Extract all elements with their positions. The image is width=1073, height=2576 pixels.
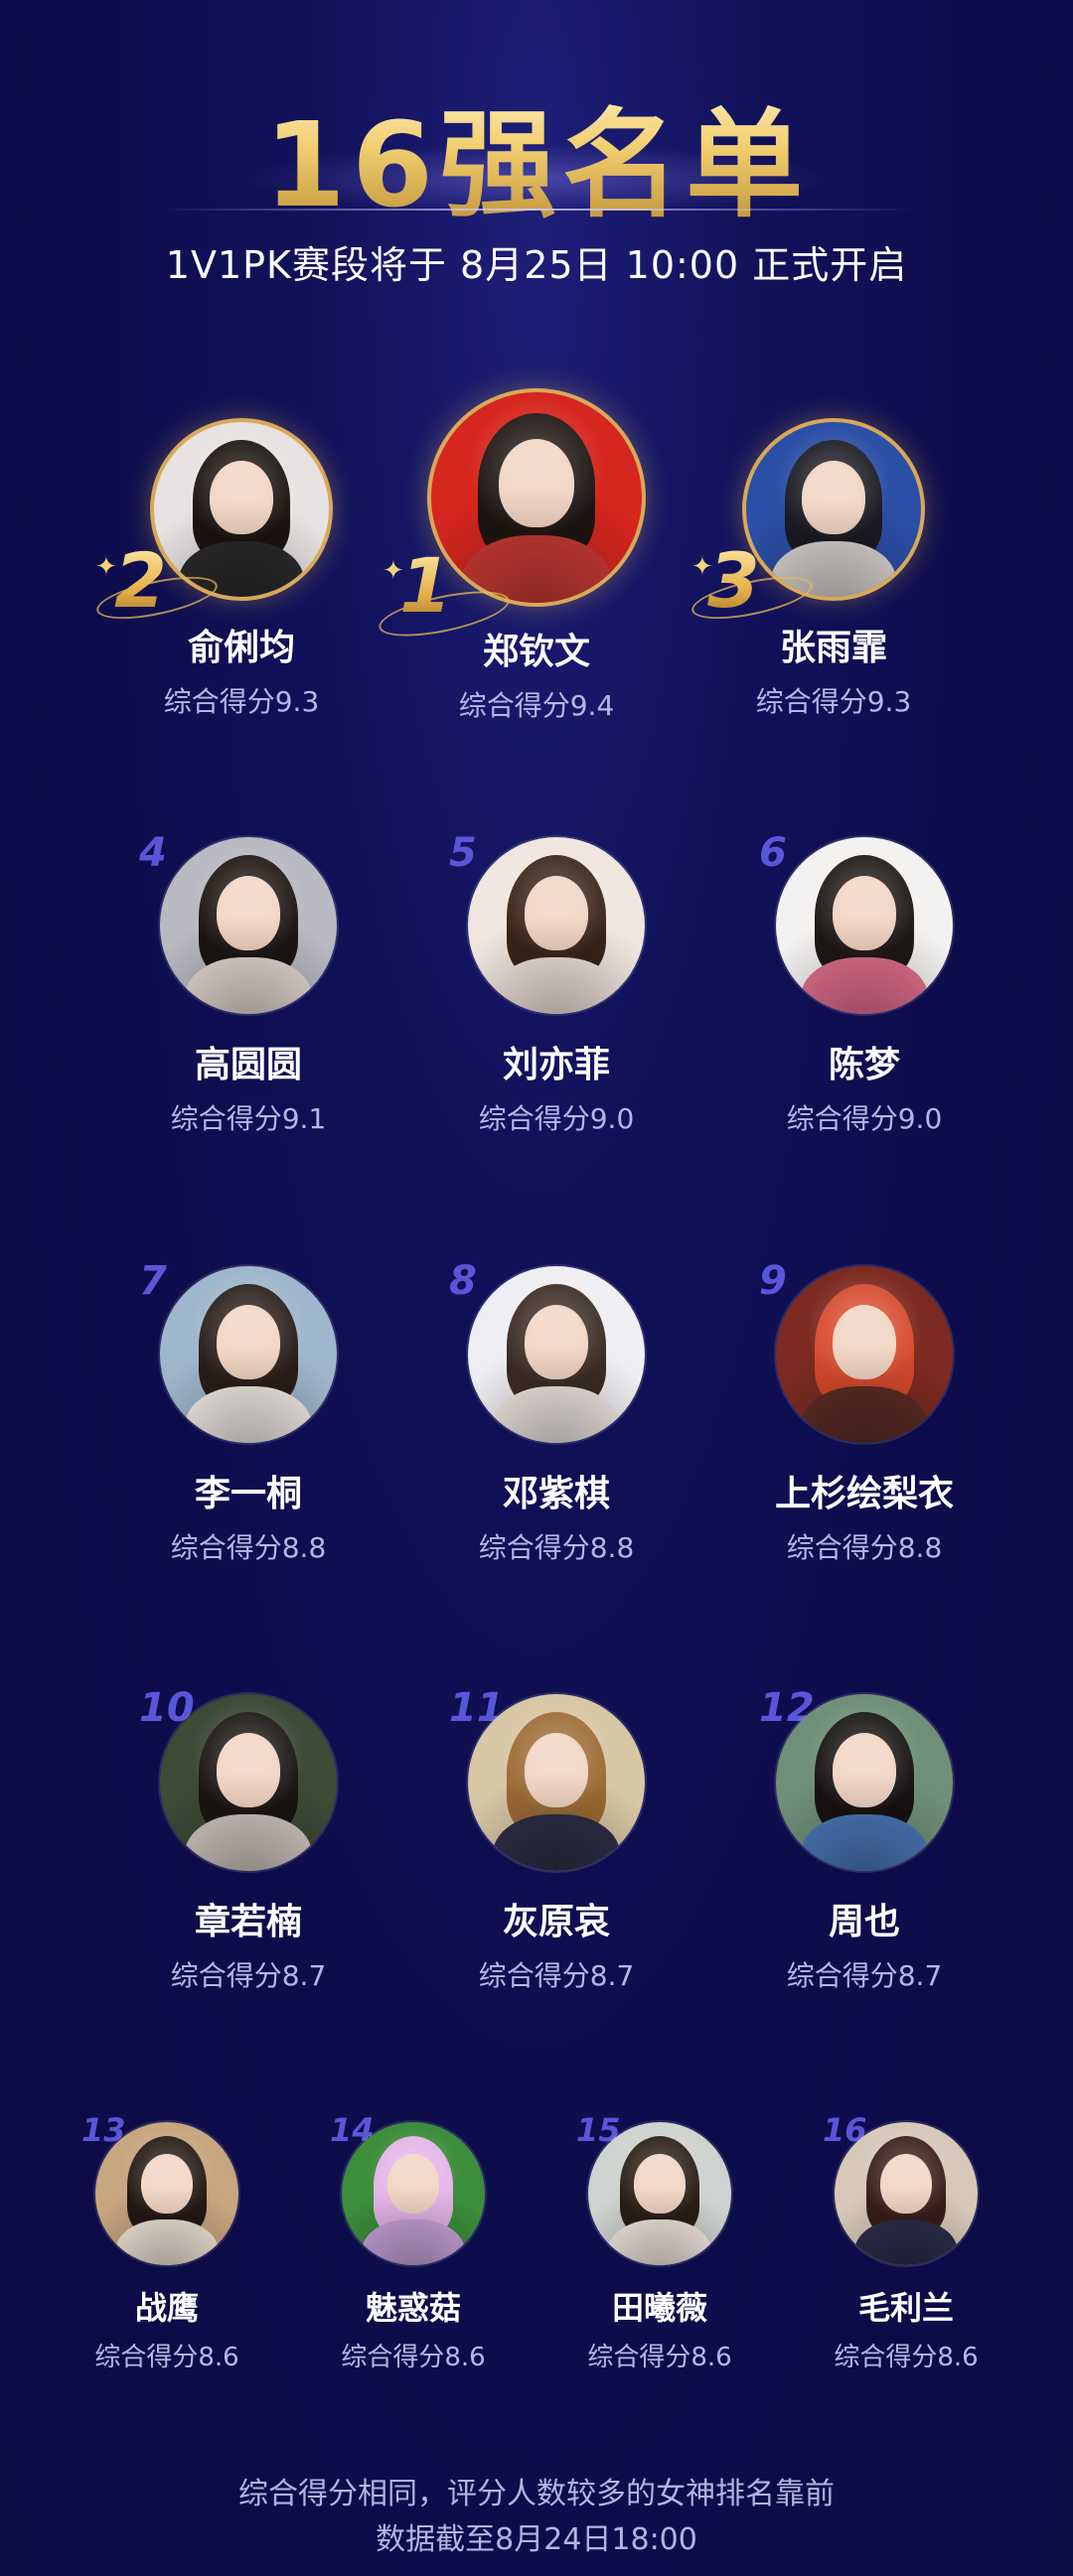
contestant-card[interactable]: 李一桐 综合得分8.8: [149, 1266, 348, 1566]
contestant-score: 综合得分8.7: [786, 1959, 943, 1992]
avatar: [160, 837, 337, 1014]
contestant-card[interactable]: 高圆圆 综合得分9.1: [149, 837, 348, 1137]
contestant-score: 综合得分8.6: [834, 2343, 979, 2372]
contestant-name: 周也: [828, 1902, 900, 1942]
contestant-card[interactable]: 灰原哀 综合得分8.7: [457, 1694, 656, 1994]
contestant-card[interactable]: 邓紫棋 综合得分8.8: [457, 1266, 656, 1566]
contestant-name: 邓紫棋: [502, 1474, 610, 1514]
contestant-card[interactable]: 章若楠 综合得分8.7: [149, 1694, 348, 1994]
avatar: [160, 1266, 337, 1443]
contestant-score: 综合得分8.7: [478, 1959, 635, 1992]
contestant-name: 高圆圆: [194, 1045, 302, 1085]
contestant-score: 综合得分8.6: [94, 2343, 239, 2372]
contestant-card[interactable]: 毛利兰 综合得分8.6: [827, 2122, 986, 2373]
contestant-name: 李一桐: [194, 1474, 302, 1514]
avatar: [154, 422, 329, 597]
contestant-score: 综合得分8.8: [786, 1531, 943, 1564]
avatar: [160, 1694, 337, 1871]
contestant-score: 综合得分8.8: [170, 1531, 327, 1564]
contestant-name: 章若楠: [194, 1902, 302, 1942]
avatar: [468, 1266, 645, 1443]
avatar: [746, 422, 921, 597]
avatar: [776, 1266, 953, 1443]
contestant-card-rank-3[interactable]: 张雨霏 综合得分9.3: [734, 422, 933, 720]
contestant-score: 综合得分8.6: [587, 2343, 732, 2372]
contestant-card[interactable]: 上杉绘梨衣 综合得分8.8: [765, 1266, 964, 1566]
contestant-card[interactable]: 魅惑菇 综合得分8.6: [334, 2122, 493, 2373]
footer-note: 综合得分相同，评分人数较多的女神排名靠前: [238, 2477, 835, 2511]
page-subtitle: 1V1PK赛段将于 8月25日 10:00 正式开启: [165, 243, 908, 287]
sparkle-icon: ✦: [691, 552, 713, 582]
contestant-score: 综合得分9.4: [458, 689, 615, 722]
contestant-name: 战鹰: [134, 2289, 199, 2327]
sparkle-icon: ✦: [383, 556, 404, 586]
sparkle-icon: ✦: [95, 552, 117, 582]
contestant-score: 综合得分9.3: [755, 685, 912, 718]
contestant-name: 刘亦菲: [502, 1045, 610, 1085]
contestant-name: 郑钦文: [482, 632, 590, 672]
contestant-score: 综合得分9.3: [163, 685, 320, 718]
contestant-score: 综合得分8.8: [478, 1531, 635, 1564]
contestant-name: 俞俐均: [187, 628, 295, 668]
contestant-card[interactable]: 田曦薇 综合得分8.6: [580, 2122, 739, 2373]
contestant-score: 综合得分8.6: [341, 2343, 486, 2372]
contestant-name: 毛利兰: [857, 2289, 954, 2327]
contestant-card[interactable]: 周也 综合得分8.7: [765, 1694, 964, 1994]
contestant-score: 综合得分9.0: [786, 1102, 943, 1135]
avatar: [468, 1694, 645, 1871]
avatar: [588, 2122, 731, 2265]
avatar: [342, 2122, 485, 2265]
avatar: [776, 1694, 953, 1871]
contestant-name: 灰原哀: [502, 1902, 610, 1942]
avatar: [776, 837, 953, 1014]
contestant-name: 上杉绘梨衣: [774, 1474, 954, 1514]
contestant-name: 张雨霏: [779, 628, 887, 668]
title-divider: [159, 209, 914, 211]
contestant-name: 陈梦: [828, 1045, 900, 1085]
contestant-card[interactable]: 陈梦 综合得分9.0: [765, 837, 964, 1137]
footer-cutoff: 数据截至8月24日18:00: [376, 2522, 697, 2557]
avatar: [835, 2122, 978, 2265]
contestant-card-rank-1[interactable]: 郑钦文 综合得分9.4: [427, 392, 646, 724]
page-title: 16强名单: [0, 70, 1073, 239]
contestant-score: 综合得分8.7: [170, 1959, 327, 1992]
rank-badge-1: 1: [399, 541, 452, 630]
avatar: [431, 392, 642, 603]
rank-badge-3: 3: [707, 536, 760, 625]
avatar: [95, 2122, 238, 2265]
contestant-name: 田曦薇: [611, 2289, 707, 2327]
contestant-card[interactable]: 刘亦菲 综合得分9.0: [457, 837, 656, 1137]
avatar: [468, 837, 645, 1014]
rank-badge-2: 2: [114, 536, 167, 625]
contestant-score: 综合得分9.0: [478, 1102, 635, 1135]
contestant-card-rank-2[interactable]: 俞俐均 综合得分9.3: [142, 422, 341, 720]
contestant-score: 综合得分9.1: [170, 1102, 327, 1135]
contestant-card[interactable]: 战鹰 综合得分8.6: [87, 2122, 246, 2373]
contestant-name: 魅惑菇: [365, 2289, 461, 2327]
